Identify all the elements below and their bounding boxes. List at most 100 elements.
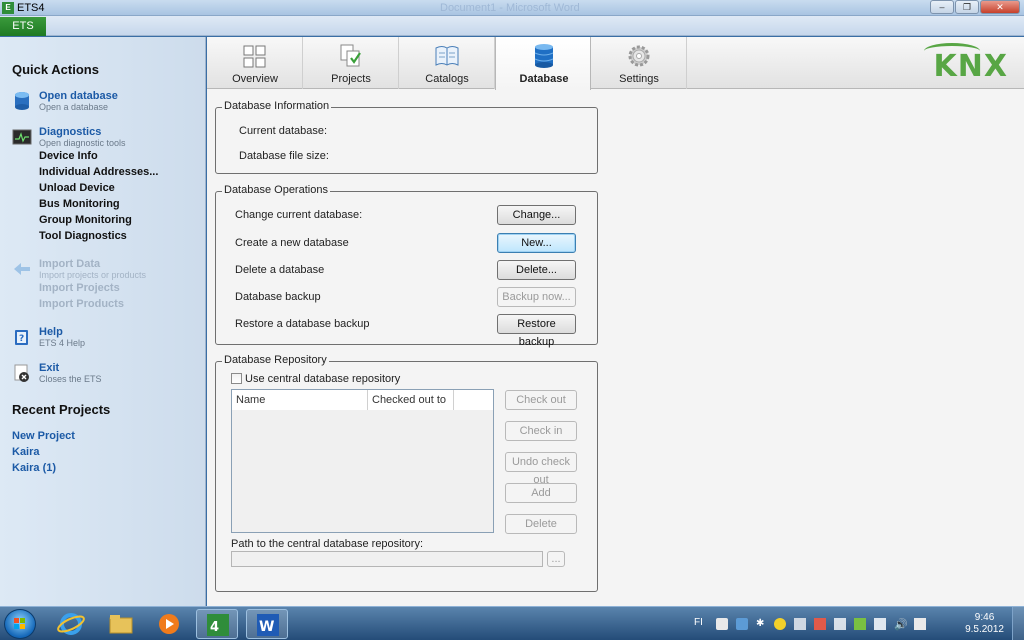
tab-database[interactable]: Database xyxy=(495,37,591,90)
tray-misc-icon[interactable] xyxy=(914,618,926,630)
change-database-label: Change current database: xyxy=(235,209,363,221)
open-database-sub: Open a database xyxy=(39,102,109,112)
repository-list[interactable]: Name Checked out to xyxy=(231,389,494,533)
create-database-label: Create a new database xyxy=(235,237,349,249)
media-player-icon[interactable] xyxy=(148,609,190,639)
volume-icon[interactable]: 🔊 xyxy=(894,618,908,631)
check-in-button[interactable]: Check in xyxy=(505,421,577,441)
settings-icon xyxy=(627,43,651,69)
column-header-checked-out-to[interactable]: Checked out to xyxy=(368,390,454,410)
clock-time: 9:46 xyxy=(974,612,995,623)
file-explorer-icon[interactable] xyxy=(100,609,142,639)
repository-path-input[interactable] xyxy=(231,551,543,567)
restore-backup-button[interactable]: Restore backup xyxy=(497,314,576,348)
tab-projects[interactable]: Projects xyxy=(303,37,399,89)
recent-project-item[interactable]: Kaira xyxy=(12,446,40,458)
group-legend: Database Repository xyxy=(222,354,329,366)
database-information-group: Database Information Current database: D… xyxy=(215,100,598,174)
exit-icon xyxy=(12,363,32,383)
help-action[interactable]: ? Help ETS 4 Help xyxy=(12,326,85,348)
open-database-action[interactable]: Open database Open a database xyxy=(12,90,118,112)
recent-project-item[interactable]: Kaira (1) xyxy=(12,462,56,474)
ets-menu-tab[interactable]: ETS xyxy=(0,17,46,36)
database-icon xyxy=(12,91,32,111)
tray-network-icon[interactable] xyxy=(794,618,806,630)
sidebar-item-bus-monitoring[interactable]: Bus Monitoring xyxy=(39,198,120,210)
sidebar-item-device-info[interactable]: Device Info xyxy=(39,150,98,162)
import-data-action: Import Data Import projects or products xyxy=(12,258,146,280)
show-desktop-button[interactable] xyxy=(1012,607,1024,640)
column-header-name[interactable]: Name xyxy=(232,390,368,410)
recent-project-item[interactable]: New Project xyxy=(12,430,75,442)
diagnostics-icon xyxy=(12,127,32,147)
internet-explorer-icon[interactable] xyxy=(50,609,92,639)
tab-overview[interactable]: Overview xyxy=(207,37,303,89)
exit-title: Exit xyxy=(39,362,60,374)
tray-flag-icon[interactable] xyxy=(834,618,846,630)
open-database-title: Open database xyxy=(39,90,118,102)
tab-label: Database xyxy=(519,73,569,85)
ribbon-bar: ETS xyxy=(0,16,1024,36)
tab-label: Catalogs xyxy=(425,73,469,85)
database-repository-group: Database Repository Use central database… xyxy=(215,354,598,592)
svg-text:4: 4 xyxy=(210,620,219,635)
undo-check-out-button[interactable]: Undo check out xyxy=(505,452,577,486)
delete-database-label: Delete a database xyxy=(235,264,325,276)
overview-icon xyxy=(243,43,267,69)
battery-icon[interactable] xyxy=(854,618,866,630)
minimize-button[interactable]: ‒ xyxy=(930,0,954,14)
word-taskbar-icon[interactable]: W xyxy=(246,609,288,639)
ets4-taskbar-icon[interactable]: 4 xyxy=(196,609,238,639)
sidebar-item-individual-addresses[interactable]: Individual Addresses... xyxy=(39,166,158,178)
bluetooth-icon[interactable]: ✱ xyxy=(756,618,768,630)
current-database-label: Current database: xyxy=(239,125,328,137)
database-file-size-label: Database file size: xyxy=(239,150,329,162)
change-database-button[interactable]: Change... xyxy=(497,205,576,225)
exit-action[interactable]: Exit Closes the ETS xyxy=(12,362,102,384)
tab-catalogs[interactable]: Catalogs xyxy=(399,37,495,89)
group-legend: Database Operations xyxy=(222,184,330,196)
sidebar-item-tool-diagnostics[interactable]: Tool Diagnostics xyxy=(39,230,127,242)
check-out-button[interactable]: Check out xyxy=(505,390,577,410)
use-central-repository-checkbox[interactable] xyxy=(231,373,242,384)
tab-label: Overview xyxy=(232,73,278,85)
diagnostics-action[interactable]: Diagnostics Open diagnostic tools xyxy=(12,126,126,148)
system-tray: FI ✱ 🔊 9:46 9.5.2012 xyxy=(684,607,1024,640)
svg-text:W: W xyxy=(259,619,274,635)
new-database-button[interactable]: New... xyxy=(497,233,576,253)
svg-text:?: ? xyxy=(19,334,24,344)
language-indicator[interactable]: FI xyxy=(694,617,703,628)
help-book-icon: ? xyxy=(12,327,32,347)
clock[interactable]: 9:46 9.5.2012 xyxy=(965,612,1004,636)
ets-app-icon: E xyxy=(2,2,14,14)
tray-warning-icon[interactable] xyxy=(774,618,786,630)
database-operations-group: Database Operations Change current datab… xyxy=(215,184,598,348)
catalogs-icon xyxy=(435,43,459,69)
delete-button[interactable]: Delete xyxy=(505,514,577,534)
import-arrow-icon xyxy=(12,259,32,279)
start-button[interactable] xyxy=(4,609,36,639)
diagnostics-sub: Open diagnostic tools xyxy=(39,138,126,148)
close-button[interactable]: ✕ xyxy=(980,0,1020,14)
diagnostics-title: Diagnostics xyxy=(39,126,102,138)
tray-device-icon[interactable] xyxy=(736,618,748,630)
group-legend: Database Information xyxy=(222,100,332,112)
add-button[interactable]: Add xyxy=(505,483,577,503)
database-backup-label: Database backup xyxy=(235,291,321,303)
restore-backup-label: Restore a database backup xyxy=(235,318,370,330)
tab-settings[interactable]: Settings xyxy=(591,37,687,89)
maximize-button[interactable]: ❐ xyxy=(955,0,979,14)
browse-path-button[interactable]: ... xyxy=(547,551,565,567)
tray-app-icon[interactable] xyxy=(716,618,728,630)
backup-now-button[interactable]: Backup now... xyxy=(497,287,576,307)
tab-bar: Overview Projects Catalogs Database Sett… xyxy=(207,37,1024,90)
sidebar-item-group-monitoring[interactable]: Group Monitoring xyxy=(39,214,132,226)
column-header-filler xyxy=(454,390,493,410)
delete-database-button[interactable]: Delete... xyxy=(497,260,576,280)
use-central-repository-label: Use central database repository xyxy=(245,373,401,385)
wifi-signal-icon[interactable] xyxy=(874,618,886,630)
sidebar-item-unload-device[interactable]: Unload Device xyxy=(39,182,115,194)
tray-security-icon[interactable] xyxy=(814,618,826,630)
recent-projects-heading: Recent Projects xyxy=(12,402,111,417)
help-title: Help xyxy=(39,326,63,338)
